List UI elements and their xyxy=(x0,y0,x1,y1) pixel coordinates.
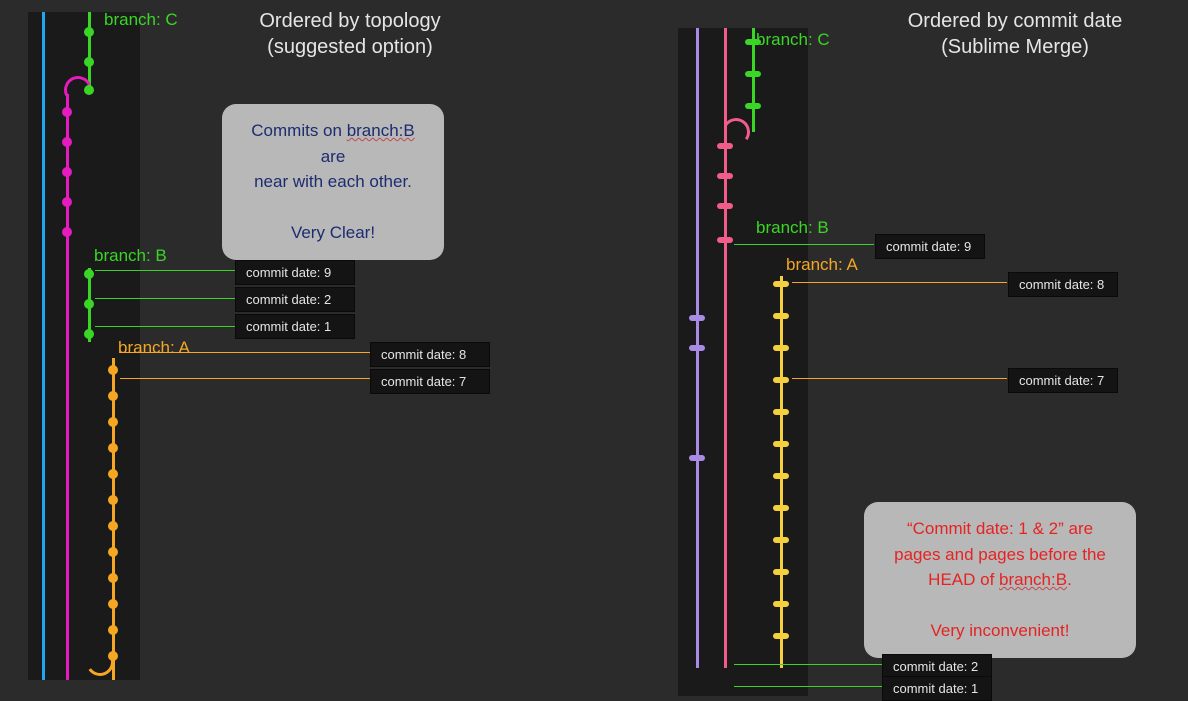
left-label-a: branch: A xyxy=(118,338,190,358)
right-tick-a6 xyxy=(773,441,789,447)
right-tick-a10 xyxy=(773,569,789,575)
left-lead-b2 xyxy=(95,298,235,299)
left-commit-b-1: commit date: 2 xyxy=(235,287,355,312)
right-tick-p3 xyxy=(717,203,733,209)
right-lead-b-tail2 xyxy=(734,686,882,687)
right-commit-b-head: commit date: 9 xyxy=(875,234,985,259)
right-line-yellow xyxy=(780,276,783,668)
right-tick-a5 xyxy=(773,409,789,415)
right-lead-b-tail1 xyxy=(734,664,882,665)
left-dot-gb1 xyxy=(84,269,94,279)
left-commit-b-0: commit date: 9 xyxy=(235,260,355,285)
right-callout: “Commit date: 1 & 2” are pages and pages… xyxy=(864,502,1136,658)
right-title-l1: Ordered by commit date xyxy=(908,10,1123,32)
left-callout: Commits on branch:B are near with each o… xyxy=(222,104,444,260)
left-dot-a9 xyxy=(108,573,118,583)
right-tick-a9 xyxy=(773,537,789,543)
right-tick-a12 xyxy=(773,633,789,639)
left-lead-b3 xyxy=(95,326,235,327)
left-lead-b1 xyxy=(95,270,235,271)
right-tick-p1 xyxy=(717,143,733,149)
right-graph xyxy=(678,28,808,696)
left-title: Ordered by topology (suggested option) xyxy=(240,8,460,60)
left-dot-gc3 xyxy=(84,85,94,95)
left-dot-a12 xyxy=(108,651,118,661)
right-tick-a8 xyxy=(773,505,789,511)
left-dot-gc2 xyxy=(84,57,94,67)
right-title: Ordered by commit date (Sublime Merge) xyxy=(890,8,1140,60)
right-callout-l3b: . xyxy=(1067,570,1072,589)
left-dot-gb3 xyxy=(84,329,94,339)
left-callout-l1a: Commits on xyxy=(251,121,346,140)
right-callout-branch: branch:B xyxy=(999,570,1067,589)
right-tick-c3 xyxy=(745,103,761,109)
right-tick-l3 xyxy=(689,455,705,461)
left-dot-gb2 xyxy=(84,299,94,309)
right-tick-c2 xyxy=(745,71,761,77)
left-dot-a5 xyxy=(108,469,118,479)
right-tick-a7 xyxy=(773,473,789,479)
left-callout-branch: branch:B xyxy=(347,121,415,140)
left-lead-a1 xyxy=(120,352,370,353)
right-commit-a-next: commit date: 7 xyxy=(1008,368,1118,393)
right-tick-a4 xyxy=(773,377,789,383)
right-tick-a3 xyxy=(773,345,789,351)
left-line-blue xyxy=(42,12,45,680)
left-dot-a1 xyxy=(108,365,118,375)
left-callout-l3: Very Clear! xyxy=(291,223,375,242)
right-tick-b-head xyxy=(717,237,733,243)
right-tick-p2 xyxy=(717,173,733,179)
right-label-c: branch: C xyxy=(756,30,830,50)
left-dot-a11 xyxy=(108,625,118,635)
right-lead-b-head xyxy=(734,244,874,245)
right-tick-a11 xyxy=(773,601,789,607)
left-dot-m3 xyxy=(62,167,72,177)
left-dot-m2 xyxy=(62,137,72,147)
right-title-l2: (Sublime Merge) xyxy=(941,36,1089,58)
right-callout-l2: pages and pages before the xyxy=(894,545,1106,564)
right-label-b: branch: B xyxy=(756,218,829,238)
right-tick-l1 xyxy=(689,315,705,321)
left-line-green-upper xyxy=(88,12,91,90)
right-tick-a1 xyxy=(773,281,789,287)
left-callout-l2: near with each other. xyxy=(254,172,412,191)
left-callout-l1b: are xyxy=(321,147,346,166)
left-label-b: branch: B xyxy=(94,246,167,266)
right-lead-a-next xyxy=(792,378,1007,379)
left-title-l2: (suggested option) xyxy=(267,36,433,58)
left-commit-a-1: commit date: 7 xyxy=(370,369,490,394)
right-label-a: branch: A xyxy=(786,255,858,275)
left-dot-a4 xyxy=(108,443,118,453)
left-commit-b-2: commit date: 1 xyxy=(235,314,355,339)
right-commit-b-tail-1: commit date: 1 xyxy=(882,676,992,701)
left-dot-m5 xyxy=(62,227,72,237)
left-dot-a7 xyxy=(108,521,118,531)
right-tick-l2 xyxy=(689,345,705,351)
right-tick-a2 xyxy=(773,313,789,319)
right-commit-a-head: commit date: 8 xyxy=(1008,272,1118,297)
left-line-magenta xyxy=(66,94,69,680)
left-dot-gc1 xyxy=(84,27,94,37)
right-callout-l1: “Commit date: 1 & 2” are xyxy=(907,519,1093,538)
right-callout-l4: Very inconvenient! xyxy=(931,621,1070,640)
left-dot-a6 xyxy=(108,495,118,505)
left-commit-a-0: commit date: 8 xyxy=(370,342,490,367)
left-label-c: branch: C xyxy=(104,10,178,30)
left-lead-a2 xyxy=(120,378,370,379)
left-dot-m1 xyxy=(62,107,72,117)
left-dot-a3 xyxy=(108,417,118,427)
left-dot-a8 xyxy=(108,547,118,557)
right-lead-a-head xyxy=(792,282,1007,283)
right-callout-l3a: HEAD of xyxy=(928,570,999,589)
left-title-l1: Ordered by topology xyxy=(259,10,440,32)
left-dot-m4 xyxy=(62,197,72,207)
left-dot-a10 xyxy=(108,599,118,609)
left-dot-a2 xyxy=(108,391,118,401)
